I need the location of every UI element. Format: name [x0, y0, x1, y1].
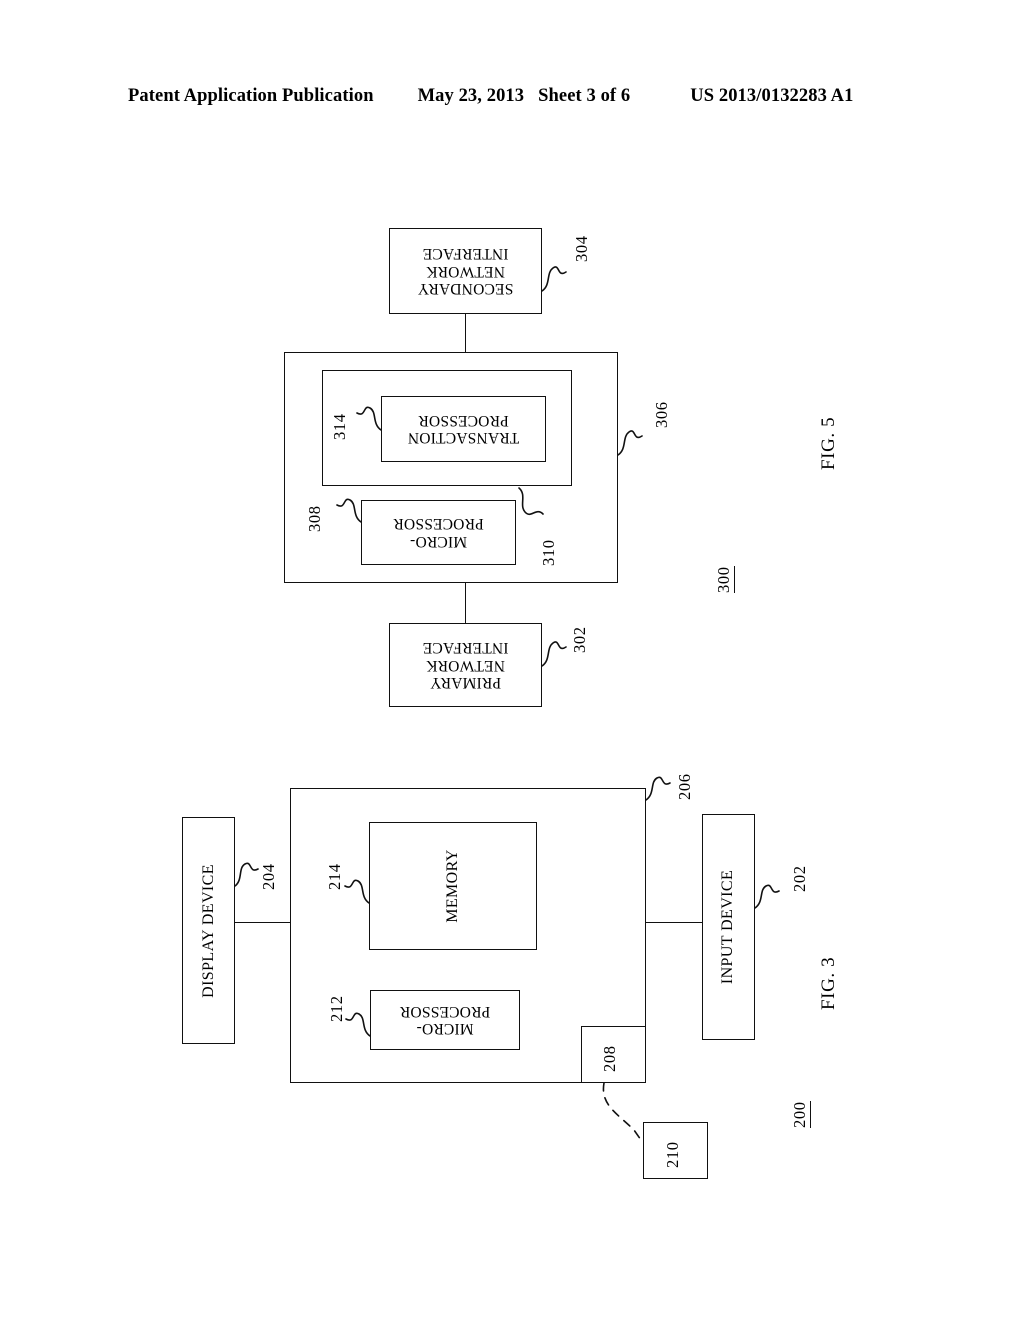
figure-5-caption: FIG. 5	[818, 416, 839, 470]
connector-secondary-to-device	[465, 314, 466, 352]
leader-202	[754, 884, 780, 909]
connector-computer-to-input	[646, 922, 702, 923]
publication-date: May 23, 2013	[417, 86, 525, 106]
connector-display-to-computer	[235, 922, 290, 923]
primary-network-interface-label: PRIMARY NETWORK INTERFACE	[422, 639, 509, 692]
sheet-header: Patent Application Publication May 23, 2…	[128, 86, 896, 112]
primary-network-interface-box: PRIMARY NETWORK INTERFACE	[389, 623, 542, 707]
leader-306	[617, 430, 643, 456]
publication-title: Patent Application Publication	[128, 86, 374, 106]
ref-202: 202	[790, 865, 809, 892]
secondary-network-interface-box: SECONDARY NETWORK INTERFACE	[389, 228, 542, 314]
input-device-label: INPUT DEVICE	[719, 869, 737, 985]
ref-208: 208	[600, 1045, 619, 1072]
figure-3-caption: FIG. 3	[818, 956, 839, 1010]
ref-310: 310	[539, 539, 558, 566]
ref-308: 308	[305, 505, 324, 532]
ref-302: 302	[570, 626, 589, 653]
secondary-network-interface-label: SECONDARY NETWORK INTERFACE	[417, 245, 514, 298]
fig3-microprocessor-label: MICRO- PROCESSOR	[399, 1003, 491, 1038]
ref-304: 304	[572, 235, 591, 262]
fig5-microprocessor-box: MICRO- PROCESSOR	[361, 500, 516, 565]
fig3-microprocessor-box: MICRO- PROCESSOR	[370, 990, 520, 1050]
leader-204	[234, 862, 259, 887]
memory-box: MEMORY	[369, 822, 537, 950]
ref-300-assembly: 300	[714, 566, 735, 593]
transaction-processor-label: TRANSACTION PROCESSOR	[407, 412, 520, 447]
ref-314: 314	[330, 413, 349, 440]
leader-304	[541, 266, 567, 292]
ref-206: 206	[675, 773, 694, 800]
leader-302	[541, 641, 567, 667]
ref-306: 306	[652, 401, 671, 428]
fig5-microprocessor-label: MICRO- PROCESSOR	[393, 515, 484, 550]
memory-label: MEMORY	[444, 849, 461, 923]
dashed-link-208-210	[602, 1082, 642, 1141]
ref-212: 212	[327, 995, 346, 1022]
ref-200-assembly: 200	[790, 1101, 811, 1128]
display-device-box: DISPLAY DEVICE	[182, 817, 235, 1044]
ref-210: 210	[663, 1141, 682, 1168]
ref-214: 214	[325, 863, 344, 890]
sheet-number: Sheet 3 of 6	[538, 86, 631, 106]
connector-device-to-primary	[465, 583, 466, 623]
input-device-box: INPUT DEVICE	[702, 814, 755, 1040]
patent-number: US 2013/0132283 A1	[690, 86, 854, 106]
leader-206	[645, 776, 671, 801]
transaction-processor-box: TRANSACTION PROCESSOR	[381, 396, 546, 462]
display-device-label: DISPLAY DEVICE	[199, 863, 217, 998]
ref-204: 204	[259, 863, 278, 890]
